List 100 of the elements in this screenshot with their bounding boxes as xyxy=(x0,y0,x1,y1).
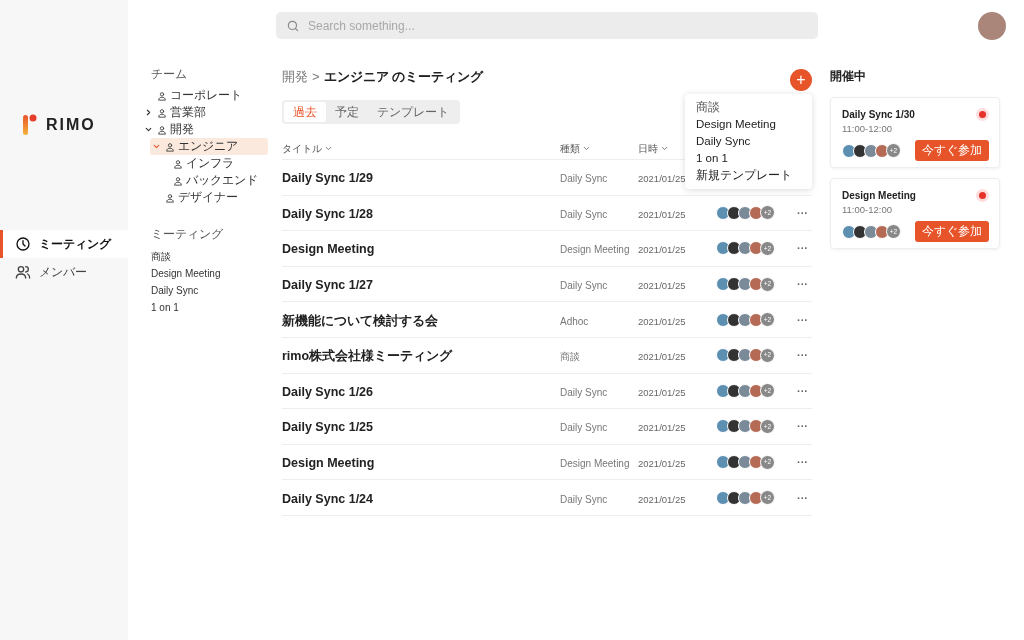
menu-item[interactable]: Daily Sync xyxy=(685,133,812,150)
tree-item[interactable]: エンジニア xyxy=(150,138,268,156)
meeting-type-link[interactable]: Daily Sync xyxy=(142,281,268,299)
chevron-down-icon xyxy=(582,144,591,153)
avatar xyxy=(716,490,730,505)
chevron-down-icon xyxy=(660,144,669,153)
tree-item[interactable]: コーポレート xyxy=(142,87,268,105)
avatar xyxy=(864,224,878,239)
tab[interactable]: テンプレート xyxy=(368,102,458,122)
more-button[interactable]: ··· xyxy=(793,385,812,396)
avatar xyxy=(864,143,878,158)
tab[interactable]: 予定 xyxy=(326,102,368,122)
avatar xyxy=(749,277,763,292)
avatar xyxy=(853,143,867,158)
avatar xyxy=(727,205,741,220)
meeting-date: 2021/01/25 xyxy=(638,173,686,185)
meeting-type: Daily Sync xyxy=(560,280,608,292)
search-field[interactable]: Search something... xyxy=(276,12,818,39)
meeting-date: 2021/01/25 xyxy=(638,351,686,363)
avatar xyxy=(716,205,730,220)
avatar xyxy=(727,383,741,398)
avatar xyxy=(727,490,741,505)
meeting-type-link[interactable]: 1 on 1 xyxy=(142,298,268,316)
join-button[interactable]: 今すぐ参加 xyxy=(915,140,989,162)
column-header[interactable]: 種類 xyxy=(560,141,638,156)
meeting-date: 2021/01/25 xyxy=(638,422,686,434)
nav-item[interactable]: ミーティング xyxy=(0,230,128,258)
meeting-title[interactable]: Daily Sync 1/24 xyxy=(282,491,374,506)
join-button[interactable]: 今すぐ参加 xyxy=(915,221,989,243)
meeting-title[interactable]: Daily Sync 1/29 xyxy=(282,171,374,186)
meeting-title[interactable]: rimo株式会社様ミーティング xyxy=(282,349,453,364)
tree-item[interactable]: 営業部 xyxy=(142,104,268,122)
column-header[interactable]: タイトル xyxy=(282,141,560,156)
avatar xyxy=(749,383,763,398)
meeting-title: Daily Sync 1/30 xyxy=(842,108,916,122)
person-icon xyxy=(157,90,167,101)
avatar xyxy=(749,455,763,470)
meeting-title[interactable]: Design Meeting xyxy=(282,242,375,257)
meeting-title: Design Meeting xyxy=(842,189,917,203)
more-button[interactable]: ··· xyxy=(793,314,812,325)
meeting-time: 11:00-12:00 xyxy=(842,203,893,217)
breadcrumb-link[interactable]: 開発 xyxy=(282,67,308,87)
avatar xyxy=(738,419,752,434)
meeting-date: 2021/01/25 xyxy=(638,386,686,398)
meeting-title[interactable]: Daily Sync 1/26 xyxy=(282,384,374,399)
meeting-time: 11:00-12:00 xyxy=(842,122,893,136)
avatar xyxy=(727,419,741,434)
avatar xyxy=(716,419,730,434)
section-heading: チーム xyxy=(151,67,188,82)
meeting-title[interactable]: Design Meeting xyxy=(282,456,375,471)
chevron-down-icon xyxy=(324,144,333,153)
more-button[interactable]: ··· xyxy=(793,207,812,218)
avatar xyxy=(749,490,763,505)
add-button[interactable]: + xyxy=(790,69,812,91)
person-icon xyxy=(157,124,167,135)
avatar xyxy=(727,348,741,363)
tree-item[interactable]: インフラ xyxy=(158,155,268,173)
tree-item[interactable]: 開発 xyxy=(142,121,268,139)
avatar xyxy=(749,205,763,220)
meeting-title[interactable]: Daily Sync 1/28 xyxy=(282,206,374,221)
tree-item[interactable]: デザイナー xyxy=(150,189,268,207)
avatar xyxy=(738,277,752,292)
avatar xyxy=(738,348,752,363)
menu-item[interactable]: Design Meeting xyxy=(685,116,812,133)
meeting-type: Daily Sync xyxy=(560,422,608,434)
tab[interactable]: 過去 xyxy=(284,102,326,122)
meeting-title[interactable]: Daily Sync 1/25 xyxy=(282,420,374,435)
avatar xyxy=(727,312,741,327)
more-button[interactable]: ··· xyxy=(793,457,812,468)
avatar xyxy=(738,490,752,505)
avatar xyxy=(875,224,889,239)
avatar xyxy=(738,455,752,470)
avatar xyxy=(749,241,763,256)
avatar xyxy=(738,312,752,327)
menu-item[interactable]: 商談 xyxy=(685,99,812,116)
avatar xyxy=(716,348,730,363)
avatar xyxy=(716,455,730,470)
meeting-type: Adhoc xyxy=(560,315,589,327)
avatar xyxy=(716,383,730,398)
more-button[interactable]: ··· xyxy=(793,421,812,432)
more-button[interactable]: ··· xyxy=(793,350,812,361)
tree-item[interactable]: バックエンド xyxy=(158,172,268,190)
avatar xyxy=(842,143,856,158)
meeting-type-link[interactable]: 商談 xyxy=(142,247,268,265)
menu-item[interactable]: 1 on 1 xyxy=(685,150,812,167)
meeting-type: Daily Sync xyxy=(560,493,608,505)
nav-item[interactable]: メンバー xyxy=(0,258,128,286)
meeting-type-link[interactable]: Design Meeting xyxy=(142,264,268,282)
avatar xyxy=(716,277,730,292)
user-avatar[interactable] xyxy=(978,12,1006,40)
people-icon xyxy=(15,264,31,280)
more-button[interactable]: ··· xyxy=(793,492,812,503)
more-button[interactable]: ··· xyxy=(793,279,812,290)
avatar xyxy=(749,312,763,327)
menu-item[interactable]: 新規テンプレート xyxy=(685,167,812,184)
meeting-title[interactable]: Daily Sync 1/27 xyxy=(282,278,374,293)
meeting-date: 2021/01/25 xyxy=(638,244,686,256)
meeting-title[interactable]: 新機能について検討する会 xyxy=(282,313,438,328)
chevron-right-icon xyxy=(144,108,153,118)
more-button[interactable]: ··· xyxy=(793,243,812,254)
